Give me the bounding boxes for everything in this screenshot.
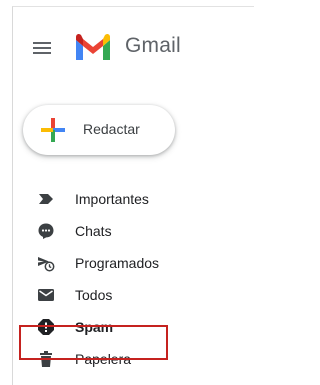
sidebar-item-label: Importantes xyxy=(75,191,149,207)
gmail-m-logo-icon[interactable] xyxy=(73,32,113,62)
main-menu-button[interactable] xyxy=(29,37,55,59)
app-name: Gmail xyxy=(125,34,181,57)
chat-bubble-icon xyxy=(38,223,54,239)
sidebar-item-todos[interactable]: Todos xyxy=(13,281,254,309)
sidebar-item-importantes[interactable]: Importantes xyxy=(13,185,254,213)
compose-button[interactable]: Redactar xyxy=(23,105,175,155)
scheduled-send-icon xyxy=(38,257,55,272)
sidebar-item-label: Chats xyxy=(75,223,112,239)
label-important-icon xyxy=(39,194,53,204)
plus-colored-icon xyxy=(41,118,65,142)
sidebar-item-label: Programados xyxy=(75,255,160,271)
compose-label: Redactar xyxy=(83,121,140,137)
hamburger-menu-icon xyxy=(33,42,51,54)
spam-highlight-annotation xyxy=(19,325,168,360)
app-header: Gmail xyxy=(13,7,254,87)
sidebar-item-programados[interactable]: Programados xyxy=(13,249,254,277)
sidebar-item-label: Todos xyxy=(75,287,113,303)
envelope-icon xyxy=(38,289,54,301)
sidebar-item-chats[interactable]: Chats xyxy=(13,217,254,245)
